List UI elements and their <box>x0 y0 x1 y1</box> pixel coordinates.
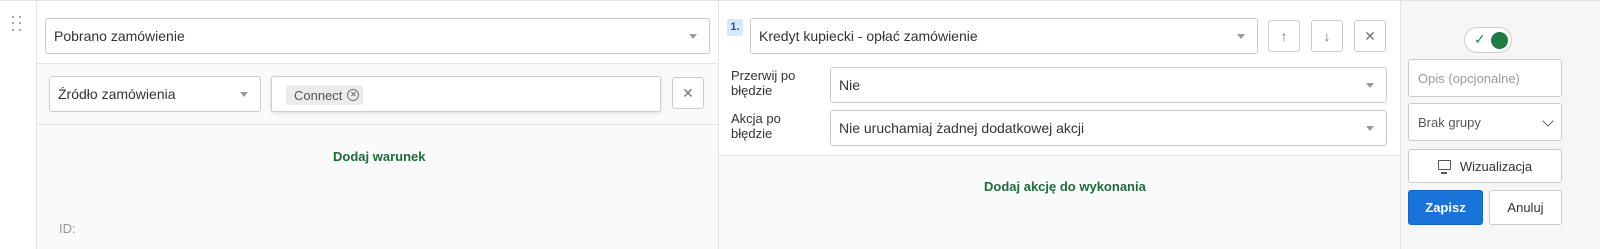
monitor-icon <box>1437 160 1451 174</box>
rule-active-toggle[interactable]: ✓ <box>1464 27 1512 53</box>
arrow-up-icon: ↑ <box>1280 28 1288 44</box>
step-number-badge: 1. <box>727 19 743 36</box>
arrow-down-icon: ↓ <box>1323 28 1331 44</box>
break-on-error-select[interactable]: Nie <box>830 67 1387 103</box>
action-item: 1. Kredyt kupiecki - opłać zamówienie ↑ … <box>719 1 1400 156</box>
trigger-select-value: Pobrano zamówienie <box>54 28 185 44</box>
caret-down-icon <box>1237 34 1245 39</box>
condition-tag: Connect ✕ <box>286 85 364 105</box>
condition-field-value: Źródło zamówienia <box>58 86 176 102</box>
condition-field-select[interactable]: Źródło zamówienia <box>49 76 261 112</box>
check-icon: ✓ <box>1474 31 1486 47</box>
add-condition-link[interactable]: Dodaj warunek <box>333 149 425 164</box>
visualize-label: Wizualizacja <box>1459 158 1533 174</box>
cancel-button[interactable]: Anuluj <box>1489 190 1562 225</box>
description-input[interactable] <box>1408 59 1562 97</box>
close-icon: ✕ <box>1364 27 1376 44</box>
remove-condition-button[interactable]: ✕ <box>672 77 704 109</box>
chevron-down-icon <box>1542 115 1554 127</box>
caret-down-icon <box>1366 83 1374 88</box>
id-label: ID: <box>59 221 76 236</box>
remove-action-button[interactable]: ✕ <box>1354 20 1386 52</box>
on-error-action-label: Akcja po błędzie <box>731 111 781 141</box>
on-error-action-select[interactable]: Nie uruchamiaj żadnej dodatkowej akcji <box>830 110 1387 146</box>
condition-value-multiselect[interactable]: Connect ✕ <box>271 76 661 112</box>
add-action-link[interactable]: Dodaj akcję do wykonania <box>984 179 1146 194</box>
automation-rule-row: Pobrano zamówienie Źródło zamówienia Con… <box>0 0 1600 249</box>
action-select-value: Kredyt kupiecki - opłać zamówienie <box>759 28 978 44</box>
caret-down-icon <box>1366 126 1374 131</box>
condition-row: Źródło zamówienia Connect ✕ ✕ <box>37 64 718 125</box>
trigger-select[interactable]: Pobrano zamówienie <box>45 18 710 54</box>
group-select[interactable]: Brak grupy <box>1408 103 1562 141</box>
drag-column <box>0 1 37 249</box>
visualize-button[interactable]: Wizualizacja <box>1408 149 1562 183</box>
condition-tag-label: Connect <box>294 87 343 103</box>
toggle-knob <box>1491 32 1508 49</box>
trigger-section: Pobrano zamówienie <box>37 1 718 64</box>
tag-remove-icon[interactable]: ✕ <box>347 89 360 101</box>
save-button[interactable]: Zapisz <box>1408 190 1483 225</box>
caret-down-icon <box>689 34 697 39</box>
drag-handle-icon[interactable] <box>12 16 24 32</box>
on-error-action-value: Nie uruchamiaj żadnej dodatkowej akcji <box>839 120 1085 136</box>
close-icon: ✕ <box>682 84 694 101</box>
group-select-value: Brak grupy <box>1418 114 1481 130</box>
break-on-error-label: Przerwij po błędzie <box>731 68 796 98</box>
move-up-button[interactable]: ↑ <box>1268 20 1300 52</box>
caret-down-icon <box>240 92 248 97</box>
action-select[interactable]: Kredyt kupiecki - opłać zamówienie <box>750 18 1258 54</box>
break-on-error-value: Nie <box>839 77 861 93</box>
move-down-button[interactable]: ↓ <box>1311 20 1343 52</box>
actions-panel: 1. Kredyt kupiecki - opłać zamówienie ↑ … <box>719 1 1401 249</box>
conditions-panel: Pobrano zamówienie Źródło zamówienia Con… <box>37 1 719 249</box>
rule-settings-panel: ✓ Brak grupy Wizualizacja Zapisz Anuluj <box>1401 1 1600 249</box>
